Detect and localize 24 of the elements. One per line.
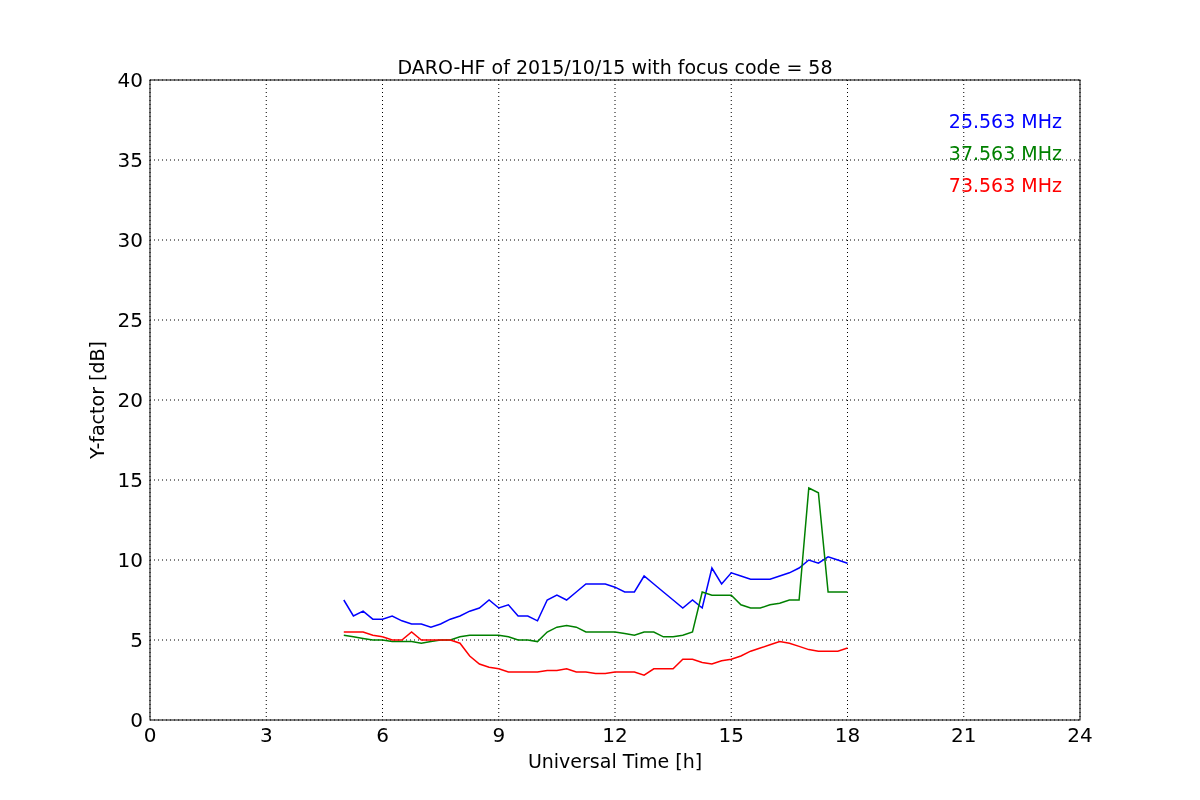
- legend-label: 73.563 MHz: [948, 174, 1062, 196]
- x-axis-label: Universal Time [h]: [527, 750, 703, 772]
- x-tick-label: 24: [1067, 723, 1093, 747]
- y-tick-label: 10: [117, 548, 143, 572]
- y-tick-label: 15: [117, 468, 143, 492]
- y-tick-label: 40: [117, 68, 143, 92]
- y-axis-label: Y-factor [dB]: [86, 341, 108, 459]
- y-tick-label: 0: [130, 708, 143, 732]
- x-tick-label: 21: [951, 723, 977, 747]
- chart-title: DARO-HF of 2015/10/15 with focus code = 58: [397, 56, 833, 78]
- y-tick-label: 30: [117, 228, 143, 252]
- y-tick-label: 20: [117, 388, 143, 412]
- y-tick-label: 35: [117, 148, 143, 172]
- x-tick-label: 12: [602, 723, 628, 747]
- legend-label: 25.563 MHz: [948, 110, 1062, 132]
- x-tick-label: 3: [259, 723, 273, 747]
- x-tick-label: 6: [376, 723, 389, 747]
- x-tick-label: 18: [834, 723, 861, 747]
- y-tick-label: 25: [117, 308, 143, 332]
- y-tick-label: 5: [130, 628, 143, 652]
- x-tick-label: 0: [143, 723, 157, 747]
- x-tick-label: 9: [492, 723, 506, 747]
- x-tick-label: 15: [718, 723, 744, 747]
- legend-label: 37.563 MHz: [948, 142, 1062, 164]
